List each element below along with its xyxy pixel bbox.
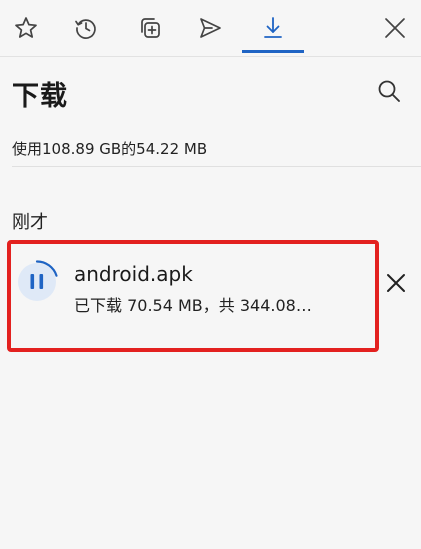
download-item[interactable]: android.apk 已下载 70.54 MB，共 344.08… <box>7 240 379 352</box>
history-icon <box>75 19 96 39</box>
close-icon <box>385 18 405 38</box>
section-label: 刚才 <box>12 212 48 233</box>
collections-icon <box>141 18 160 38</box>
divider <box>12 166 421 167</box>
download-progress-ring[interactable] <box>15 260 59 304</box>
send-icon <box>200 18 221 38</box>
tab-downloads[interactable] <box>247 0 299 56</box>
tab-favorites[interactable] <box>0 0 52 56</box>
download-icon <box>264 17 282 38</box>
storage-usage: 使用108.89 GB的54.22 MB <box>12 140 208 158</box>
active-tab-indicator <box>242 50 304 53</box>
star-icon <box>15 17 37 38</box>
tab-history[interactable] <box>60 0 112 56</box>
close-icon <box>387 274 405 292</box>
page-title: 下载 <box>12 81 68 112</box>
download-filename[interactable]: android.apk <box>74 262 193 286</box>
cancel-download-button[interactable] <box>381 268 411 298</box>
tab-collections[interactable] <box>124 0 176 56</box>
search-button[interactable] <box>372 74 406 108</box>
download-status: 已下载 70.54 MB，共 344.08… <box>74 296 312 315</box>
search-icon <box>378 80 400 102</box>
tab-bar <box>0 0 421 57</box>
close-panel-button[interactable] <box>369 0 421 56</box>
tab-share[interactable] <box>184 0 236 56</box>
